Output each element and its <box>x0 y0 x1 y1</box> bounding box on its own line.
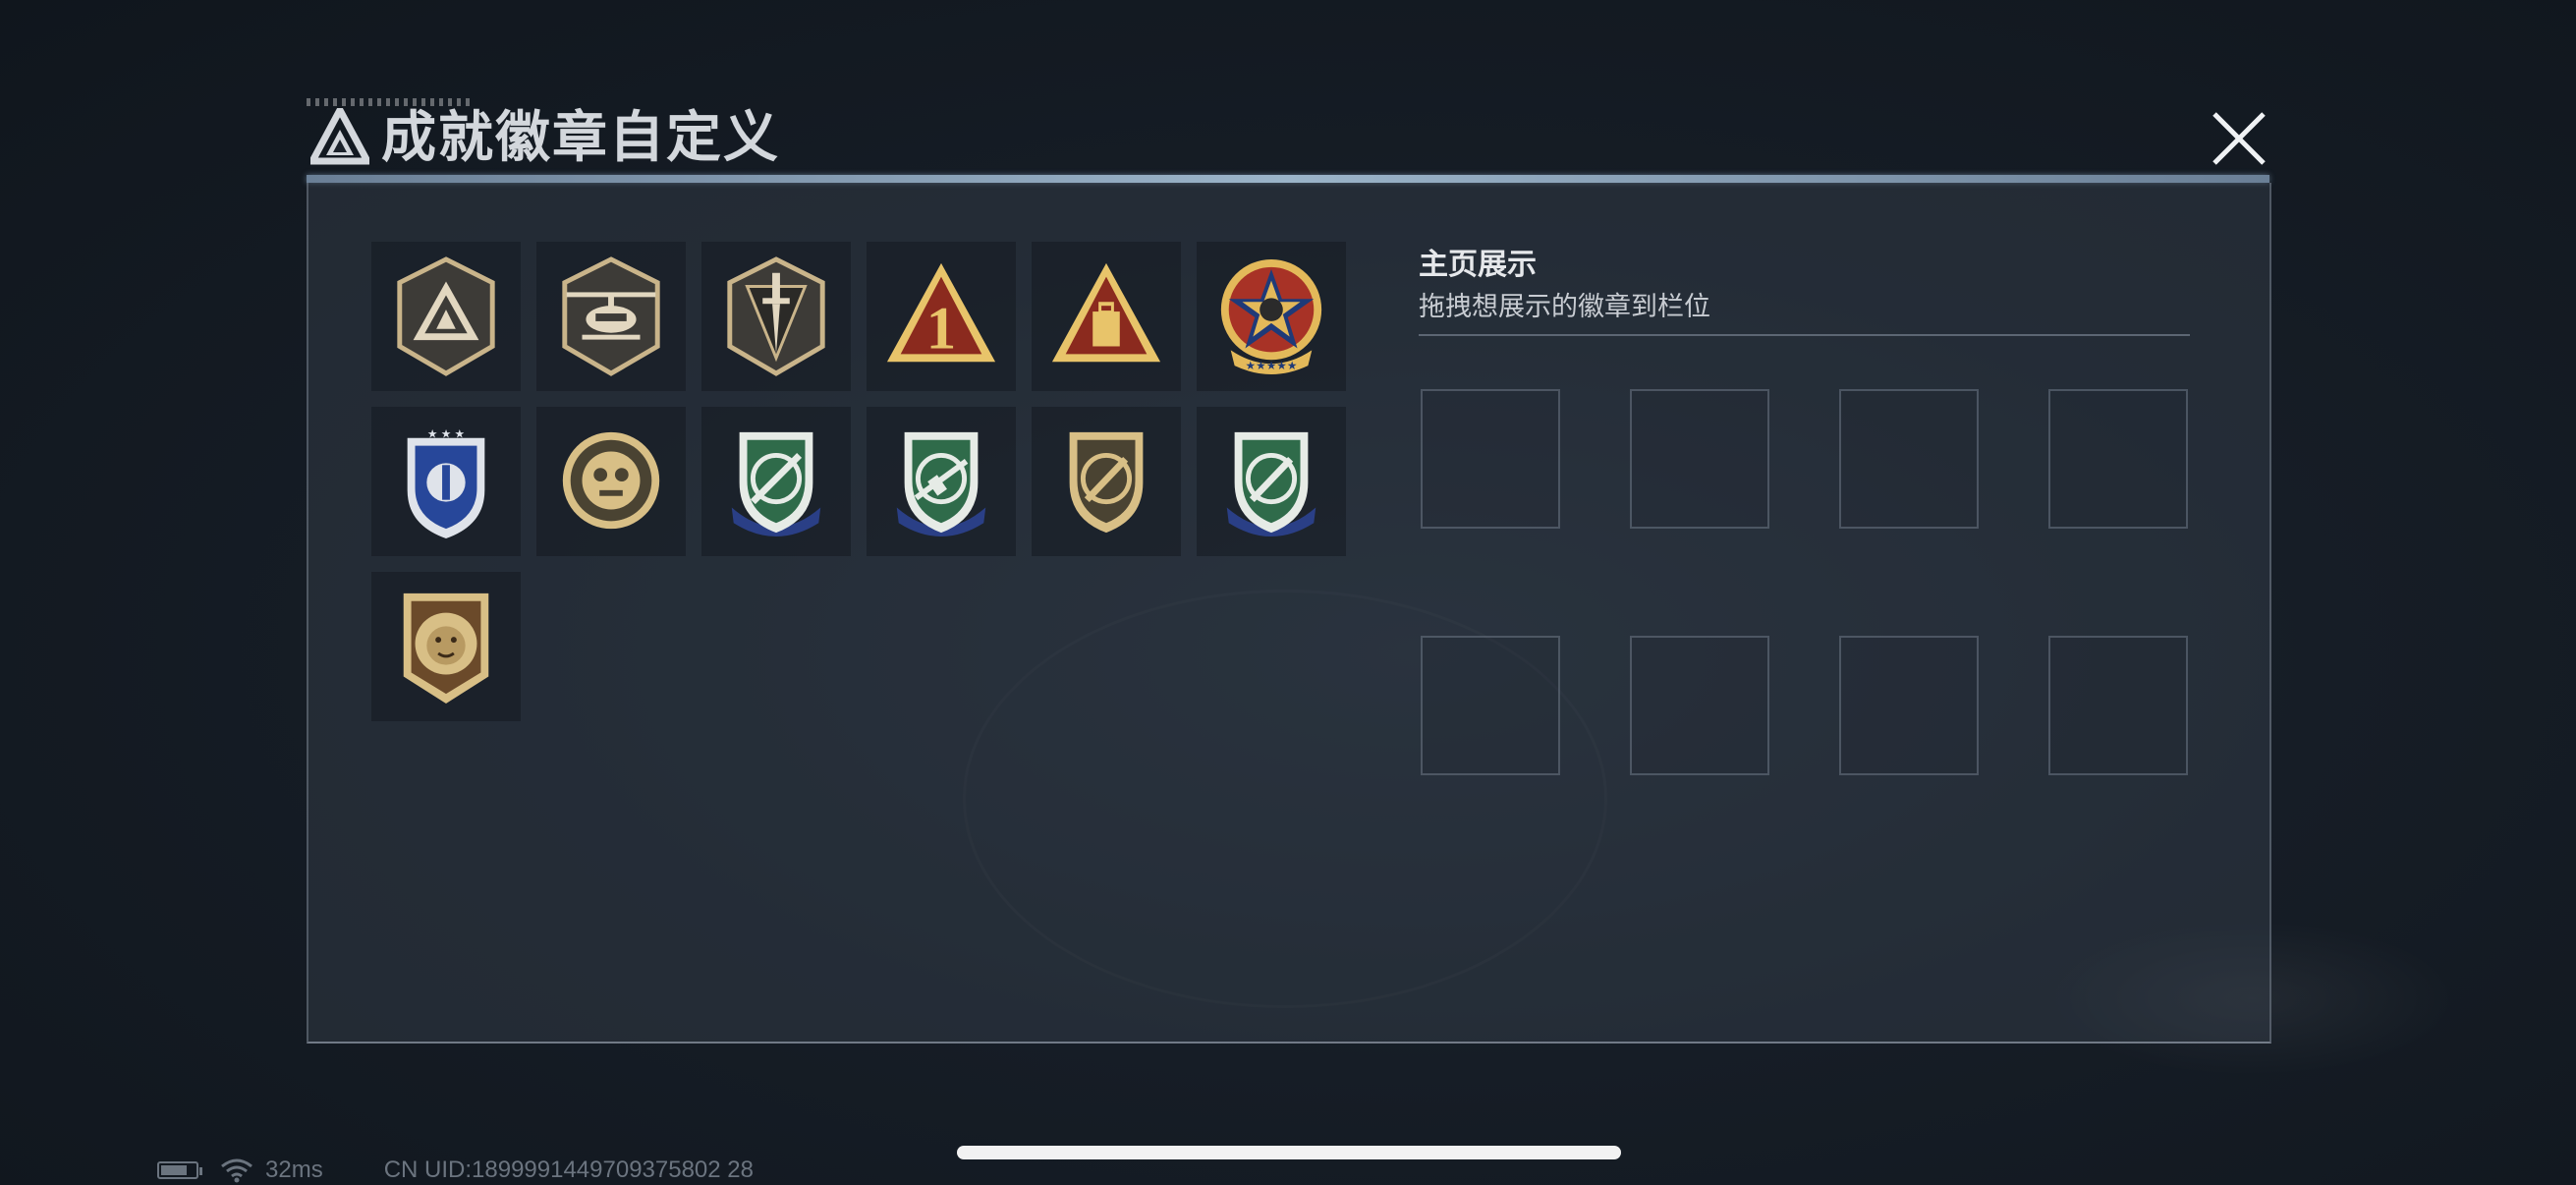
close-icon <box>2212 112 2266 165</box>
badge-cell[interactable] <box>536 407 686 556</box>
showcase-slot[interactable] <box>1630 389 1769 529</box>
showcase-slot[interactable] <box>2048 389 2188 529</box>
ping-label: 32ms <box>265 1157 323 1183</box>
svg-text:1: 1 <box>926 296 956 362</box>
lion-badge-icon <box>403 592 489 705</box>
uid-label: CN UID:1899991449709375802 28 <box>383 1157 754 1183</box>
dagger-badge-icon <box>727 256 825 376</box>
showcase-slot[interactable] <box>1839 389 1979 529</box>
badge-cell[interactable] <box>701 407 851 556</box>
badge-cell[interactable] <box>371 572 521 721</box>
showcase-slot[interactable] <box>1630 636 1769 775</box>
green-sniper-badge-icon <box>731 431 821 537</box>
close-button[interactable] <box>2205 104 2273 173</box>
helicopter-badge-icon <box>562 256 660 376</box>
blue-crest-badge-icon: ★ ★ ★ <box>407 427 485 539</box>
showcase-slot[interactable] <box>1421 636 1560 775</box>
status-bar: 32ms CN UID:1899991449709375802 28 <box>157 1156 754 1185</box>
badge-cell[interactable]: ★★★★★ <box>1197 242 1346 391</box>
badge-cell[interactable]: ★ ★ ★ <box>371 407 521 556</box>
badge-cell[interactable] <box>1032 242 1181 391</box>
star-skull-badge-icon: ★★★★★ <box>1220 258 1322 374</box>
shield-triangle-badge-icon <box>397 256 495 376</box>
dialog-header: 成就徽章自定义 <box>307 98 2268 175</box>
svg-text:★★★★★: ★★★★★ <box>1246 359 1298 372</box>
battery-icon <box>157 1161 202 1179</box>
panel-top-border <box>307 175 2269 183</box>
gold-knife-badge-icon <box>1069 431 1144 534</box>
badge-cell[interactable] <box>1197 407 1346 556</box>
showcase-subtitle: 拖拽想展示的徽章到栏位 <box>1419 292 1710 321</box>
badge-cell[interactable] <box>536 242 686 391</box>
mask-medallion-badge-icon <box>562 431 660 530</box>
svg-text:★ ★ ★: ★ ★ ★ <box>427 427 465 441</box>
badge-cell[interactable] <box>701 242 851 391</box>
showcase-divider <box>1419 334 2190 336</box>
badge-grid: 1 ★★★★★ ★ ★ ★ <box>371 242 1346 721</box>
home-indicator[interactable] <box>957 1146 1621 1159</box>
showcase-slot[interactable] <box>1839 636 1979 775</box>
badge-cell[interactable] <box>371 242 521 391</box>
showcase-title: 主页展示 <box>1419 249 1537 281</box>
showcase-slot[interactable] <box>2048 636 2188 775</box>
badge-cell[interactable] <box>867 407 1016 556</box>
triangle-emblem-icon <box>310 108 369 165</box>
showcase-slot[interactable] <box>1421 389 1560 529</box>
dialog-title: 成就徽章自定义 <box>381 106 780 168</box>
supply-triangle-badge-icon <box>1051 262 1161 363</box>
badge-cell[interactable] <box>1032 407 1181 556</box>
wifi-icon <box>221 1158 252 1183</box>
rank-one-triangle-badge-icon: 1 <box>886 262 996 362</box>
green-knife-badge-icon <box>1226 431 1316 537</box>
green-rifle-badge-icon <box>896 431 986 537</box>
badge-cell[interactable]: 1 <box>867 242 1016 391</box>
